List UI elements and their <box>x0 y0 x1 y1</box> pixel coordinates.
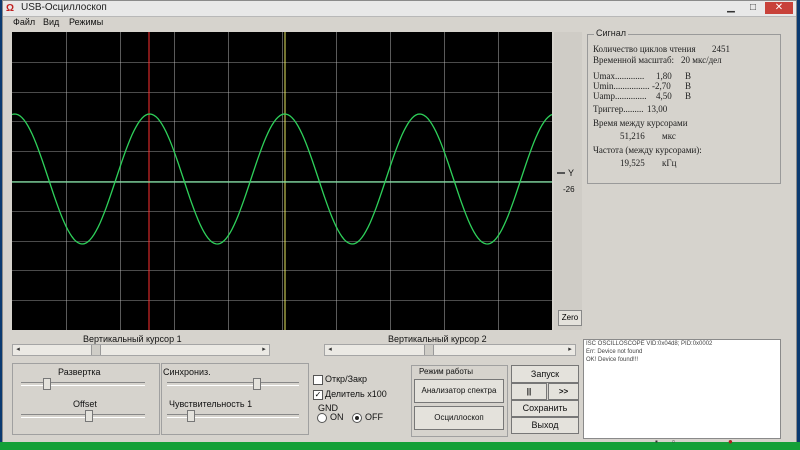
scroll-right-icon[interactable]: ▸ <box>565 345 575 355</box>
menu-bar: Файл Вид Режимы <box>3 16 796 30</box>
trash-icon[interactable]: ▫ <box>672 437 675 446</box>
trigger-value: 13,00 <box>647 104 668 114</box>
divider-label: Делитель x100 <box>325 389 387 399</box>
umax-value: 1,80 <box>656 71 672 81</box>
close-button[interactable]: ✕ <box>765 2 793 14</box>
vertical-scale-panel <box>554 32 582 330</box>
start-button[interactable]: Запуск <box>511 365 579 383</box>
log-line: OK! Device found!!! <box>586 357 639 363</box>
exit-button[interactable]: Выход <box>511 417 579 434</box>
sync-slider-knob[interactable] <box>253 378 261 390</box>
log-line: Err: Device not found <box>586 349 643 355</box>
oscilloscope-button[interactable]: Осциллоскоп <box>414 406 504 430</box>
maximize-button[interactable]: □ <box>743 2 763 14</box>
sync-slider[interactable] <box>167 378 299 390</box>
umax-label: Umax............. <box>593 71 645 81</box>
read-cycles-value: 2451 <box>712 44 730 54</box>
menu-file[interactable]: Файл <box>13 17 35 27</box>
frequency-value: 19,525 <box>620 158 645 168</box>
divider-checkbox[interactable]: ✓ <box>313 390 323 400</box>
cursor2-scroll-thumb[interactable] <box>423 345 434 355</box>
umax-unit: В <box>685 71 692 81</box>
signal-panel: Сигнал Количество циклов чтения 2451 Вре… <box>587 28 781 184</box>
cursor2-label: Вертикальный курсор 2 <box>388 334 487 344</box>
save-icon[interactable]: ▪ <box>655 437 658 446</box>
offset-slider[interactable] <box>21 410 145 422</box>
menu-modes[interactable]: Режимы <box>69 17 103 27</box>
signal-trace <box>12 113 552 245</box>
cursor1-scroll-thumb[interactable] <box>91 345 102 355</box>
title-bar: Ω USB-Осциллоскоп ▁ □ ✕ <box>3 1 796 17</box>
umin-unit: В <box>685 81 692 91</box>
offset-label: Offset <box>73 399 97 409</box>
sweep-label: Развертка <box>58 367 101 377</box>
cursor1-scrollbar[interactable]: ◂ ▸ <box>12 344 270 356</box>
sweep-slider-knob[interactable] <box>43 378 51 390</box>
time-between-cursors-unit: мкс <box>662 131 676 141</box>
oscilloscope-screen[interactable] <box>12 32 552 330</box>
umin-label: Umin................ <box>593 81 650 91</box>
time-between-cursors-value: 51,216 <box>620 131 645 141</box>
sensitivity-slider[interactable] <box>167 410 299 422</box>
sensitivity-label: Чувствительность 1 <box>169 399 253 409</box>
y-axis-value: -26 <box>563 185 575 194</box>
scroll-left-icon[interactable]: ◂ <box>13 345 23 355</box>
app-icon: Ω <box>6 3 15 14</box>
spectrum-analyzer-button[interactable]: Анализатор спектра <box>414 379 504 403</box>
open-closed-label: Откр/Закр <box>325 374 367 384</box>
y-offset-marker[interactable] <box>557 172 565 174</box>
log-line: ISC OSCILLOSCOPE VID:0x04d8; PID:0x0002 <box>586 341 713 347</box>
offset-slider-knob[interactable] <box>85 410 93 422</box>
sensitivity-slider-knob[interactable] <box>187 410 195 422</box>
cursor1-label: Вертикальный курсор 1 <box>83 334 182 344</box>
scroll-right-icon[interactable]: ▸ <box>259 345 269 355</box>
open-closed-checkbox[interactable] <box>313 375 323 385</box>
frequency-unit: кГц <box>662 158 677 168</box>
desktop-background <box>0 442 800 450</box>
trigger-label: Триггер......... <box>593 104 644 114</box>
gnd-on-label: ON <box>330 412 344 422</box>
window-title: USB-Осциллоскоп <box>21 2 107 13</box>
umin-value: -2,70 <box>652 81 671 91</box>
uamp-label: Uamp.............. <box>593 91 647 101</box>
cursor2-scrollbar[interactable]: ◂ ▸ <box>324 344 576 356</box>
time-scale-value: 20 мкс/дел <box>681 55 722 65</box>
time-scale-label: Временной масштаб: <box>593 55 675 65</box>
read-cycles-label: Количество циклов чтения <box>593 44 696 54</box>
sync-label: Синхрониз. <box>163 367 211 377</box>
uamp-value: 4,50 <box>656 91 672 101</box>
zero-button[interactable]: Zero <box>558 310 582 326</box>
sweep-slider[interactable] <box>21 378 145 390</box>
menu-view[interactable]: Вид <box>43 17 59 27</box>
uamp-unit: В <box>685 91 692 101</box>
mode-label: Режим работы <box>419 367 474 376</box>
gnd-on-radio[interactable] <box>317 413 327 423</box>
status-log[interactable]: ISC OSCILLOSCOPE VID:0x04d8; PID:0x0002 … <box>583 339 781 439</box>
oscilloscope-window: Ω USB-Осциллоскоп ▁ □ ✕ Файл Вид Режимы … <box>2 0 797 444</box>
signal-legend: Сигнал <box>594 28 629 38</box>
gnd-off-label: OFF <box>365 412 383 422</box>
save-button[interactable]: Сохранить <box>511 400 579 417</box>
forward-button[interactable]: >> <box>548 383 579 400</box>
scroll-left-icon[interactable]: ◂ <box>325 345 335 355</box>
frequency-label: Частота (между курсорами): <box>593 145 702 155</box>
minimize-button[interactable]: ▁ <box>721 2 741 14</box>
scope-plot <box>12 32 552 330</box>
pause-button[interactable]: || <box>511 383 547 400</box>
time-between-cursors-label: Время между курсорами <box>593 118 688 128</box>
y-axis-label: Y <box>568 168 575 178</box>
gnd-off-radio[interactable] <box>352 413 362 423</box>
record-icon[interactable]: ● <box>728 437 733 446</box>
